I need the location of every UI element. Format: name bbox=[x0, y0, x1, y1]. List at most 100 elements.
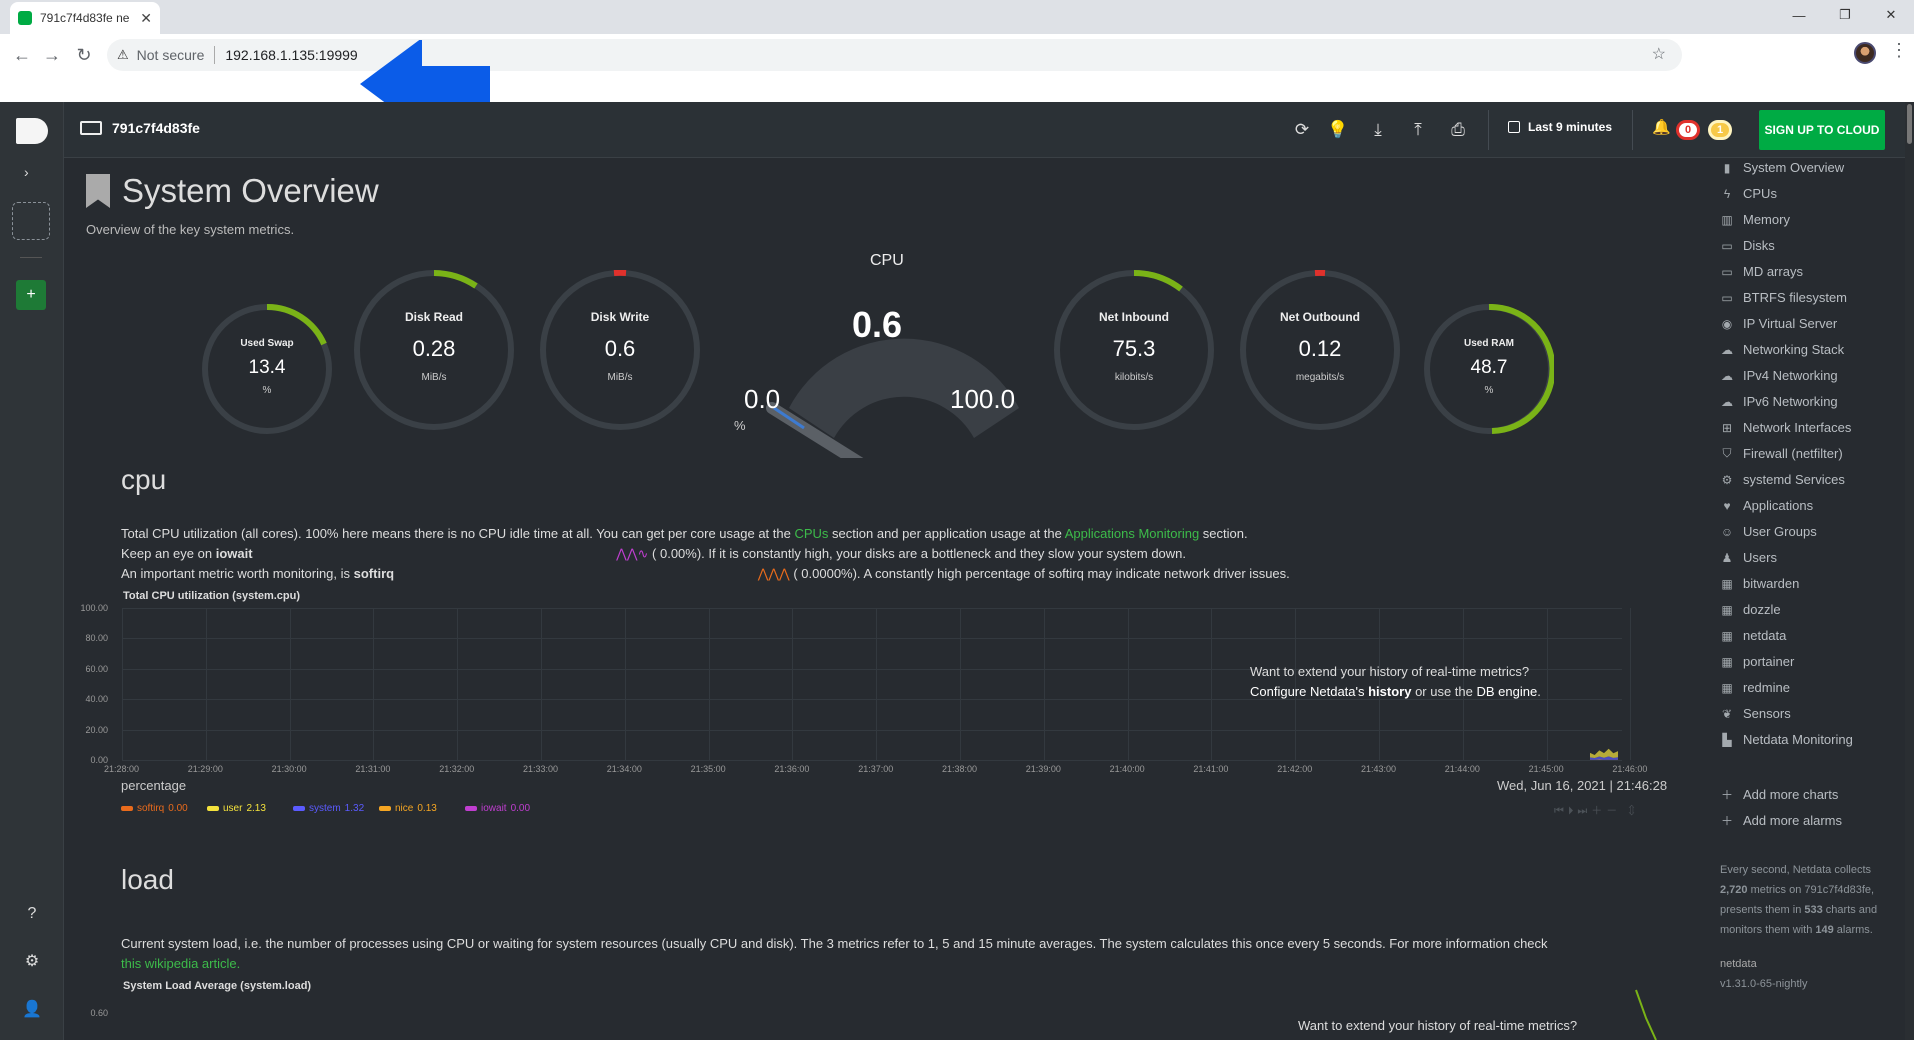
reload-icon[interactable]: ↻ bbox=[70, 41, 98, 69]
restore-icon[interactable]: ❐ bbox=[1822, 0, 1868, 30]
browser-toolbar: ← → ↻ ⚠ Not secure 192.168.1.135:19999 ☆… bbox=[0, 34, 1914, 130]
profile-avatar[interactable] bbox=[1854, 42, 1876, 64]
x-tick-label: 21:30:00 bbox=[271, 764, 307, 774]
legend-system[interactable]: system 1.32 bbox=[293, 803, 364, 814]
nav-item-networking-stack[interactable]: ☁ Networking Stack bbox=[1720, 342, 1844, 357]
nav-item-user-groups[interactable]: ☺ User Groups bbox=[1720, 524, 1817, 539]
user-icon[interactable]: 👤 bbox=[22, 1000, 42, 1020]
divider bbox=[1488, 110, 1489, 150]
x-tick-label: 21:41:00 bbox=[1193, 764, 1229, 774]
nav-item-ip-virtual-server[interactable]: ◉ IP Virtual Server bbox=[1720, 316, 1837, 331]
nav-item-memory[interactable]: ▥ Memory bbox=[1720, 212, 1790, 227]
sync-icon[interactable]: ⟳ bbox=[1290, 118, 1314, 142]
close-tab-icon[interactable]: ✕ bbox=[140, 10, 152, 27]
time-range-picker[interactable]: Last 9 minutes bbox=[1508, 120, 1612, 134]
browser-tab[interactable]: 791c7f4d83fe ne ✕ bbox=[10, 2, 160, 34]
nav-item-netdata[interactable]: ▦ netdata bbox=[1720, 628, 1786, 643]
db-engine-link[interactable]: DB engine bbox=[1477, 684, 1538, 699]
minimize-icon[interactable]: — bbox=[1776, 0, 1822, 30]
applications-monitoring-link[interactable]: Applications Monitoring bbox=[1065, 526, 1199, 541]
browser-menu-icon[interactable]: ⋮ bbox=[1890, 40, 1908, 61]
legend-nice[interactable]: nice 0.13 bbox=[379, 803, 437, 814]
space-placeholder[interactable] bbox=[12, 202, 50, 240]
cpu-gauge-value: 0.6 bbox=[852, 304, 903, 345]
nav-item-label: Networking Stack bbox=[1743, 342, 1845, 357]
netdata-logo[interactable] bbox=[16, 118, 48, 144]
sign-up-to-cloud-button[interactable]: SIGN UP TO CLOUD bbox=[1759, 110, 1885, 150]
add-more-alarms-link[interactable]: ＋ Add more alarms bbox=[1720, 812, 1842, 829]
download-icon[interactable]: ⤓ bbox=[1366, 118, 1390, 142]
legend-swatch bbox=[379, 806, 391, 811]
wikipedia-link[interactable]: this wikipedia article bbox=[121, 956, 237, 971]
cloud-icon: ☁ bbox=[1721, 342, 1733, 357]
x-tick-label: 21:29:00 bbox=[187, 764, 223, 774]
footer-text: Every second, Netdata collects bbox=[1720, 864, 1872, 876]
nav-item-bitwarden[interactable]: ▦ bitwarden bbox=[1720, 576, 1799, 591]
legend-name: user bbox=[223, 803, 243, 814]
settings-gear-icon[interactable]: ⚙ bbox=[22, 952, 42, 972]
legend-softirq[interactable]: softirq 0.00 bbox=[121, 803, 188, 814]
cpu-chart-legend: softirq 0.00 user 2.13 system 1.32 nice 0.13 iow… bbox=[121, 803, 1021, 819]
nav-item-label: Memory bbox=[1743, 212, 1790, 227]
nav-item-network-interfaces[interactable]: ⊞ Network Interfaces bbox=[1720, 420, 1851, 435]
critical-alarms-badge[interactable]: 0 bbox=[1676, 120, 1700, 140]
nav-item-netdata-monitoring[interactable]: ▙ Netdata Monitoring bbox=[1720, 732, 1852, 747]
upload-icon[interactable]: ⤒ bbox=[1406, 118, 1430, 142]
nav-item-label: Sensors bbox=[1743, 706, 1791, 721]
nav-item-portainer[interactable]: ▦ portainer bbox=[1720, 654, 1794, 669]
print-icon[interactable]: ⎙ bbox=[1446, 118, 1470, 142]
bookmark-star-icon[interactable]: ☆ bbox=[1652, 44, 1666, 64]
cpu-gauge[interactable] bbox=[704, 258, 1104, 458]
cpus-link[interactable]: CPUs bbox=[794, 526, 828, 541]
legend-swatch bbox=[293, 806, 305, 811]
nav-item-md-arrays[interactable]: ▭ MD arrays bbox=[1720, 264, 1803, 279]
nav-item-systemd-services[interactable]: ⚙ systemd Services bbox=[1720, 472, 1845, 487]
scrollbar-thumb[interactable] bbox=[1907, 104, 1912, 144]
load-description: Current system load, i.e. the number of … bbox=[121, 934, 1701, 974]
area-series-layer bbox=[1590, 748, 1618, 759]
back-icon[interactable]: ← bbox=[8, 41, 36, 69]
version-number[interactable]: v1.31.0-65-nightly bbox=[1720, 974, 1896, 994]
browser-tabstrip: 791c7f4d83fe ne ✕ — ❐ ✕ bbox=[0, 0, 1914, 34]
nav-item-users[interactable]: ♟ Users bbox=[1720, 550, 1777, 565]
nav-item-firewall-netfilter[interactable]: ⛉ Firewall (netfilter) bbox=[1720, 446, 1843, 461]
forward-icon[interactable]: → bbox=[38, 41, 66, 69]
version-name: netdata bbox=[1720, 958, 1757, 970]
nav-item-redmine[interactable]: ▦ redmine bbox=[1720, 680, 1790, 695]
bell-icon[interactable]: 🔔 bbox=[1652, 118, 1671, 136]
nav-item-btrfs-filesystem[interactable]: ▭ BTRFS filesystem bbox=[1720, 290, 1847, 305]
nav-item-cpus[interactable]: ϟ CPUs bbox=[1720, 186, 1777, 201]
chart-toolbox[interactable]: ⏮⏵⏭＋－ ⇕ bbox=[1554, 802, 1639, 818]
add-space-button[interactable]: + bbox=[16, 280, 46, 310]
nav-item-applications[interactable]: ♥ Applications bbox=[1720, 498, 1813, 513]
nav-item-disks[interactable]: ▭ Disks bbox=[1720, 238, 1774, 253]
close-window-icon[interactable]: ✕ bbox=[1868, 0, 1914, 30]
add-more-charts-link[interactable]: ＋ Add more charts bbox=[1720, 786, 1838, 803]
cpu-gauge-min: 0.0 bbox=[744, 384, 781, 414]
warning-alarms-badge[interactable]: 1 bbox=[1708, 120, 1732, 140]
separator bbox=[214, 46, 216, 64]
nav-item-ipv6-networking[interactable]: ☁ IPv6 Networking bbox=[1720, 394, 1838, 409]
x-tick-label: 21:39:00 bbox=[1025, 764, 1061, 774]
legend-user[interactable]: user 2.13 bbox=[207, 803, 266, 814]
host-selector[interactable]: 791c7f4d83fe bbox=[80, 120, 200, 136]
nav-item-label: Firewall (netfilter) bbox=[1743, 446, 1843, 461]
nav-item-dozzle[interactable]: ▦ dozzle bbox=[1720, 602, 1780, 617]
cpu-section-title: cpu bbox=[121, 464, 167, 495]
nav-item-system-overview[interactable]: ▮ System Overview bbox=[1720, 160, 1844, 175]
expand-chevron-icon[interactable]: › bbox=[24, 164, 29, 180]
netdata-stats-footer: Every second, Netdata collects 2,720 met… bbox=[1720, 860, 1896, 994]
iowait-sparkline-icon: ⋀⋀∿ bbox=[616, 546, 649, 561]
help-icon[interactable]: ? bbox=[22, 904, 42, 924]
address-bar[interactable]: ⚠ Not secure 192.168.1.135:19999 ☆ bbox=[107, 39, 1682, 71]
theme-bulb-icon[interactable]: 💡 bbox=[1326, 118, 1350, 142]
nav-item-sensors[interactable]: ❦ Sensors bbox=[1720, 706, 1791, 721]
page-scrollbar[interactable] bbox=[1905, 102, 1914, 1040]
history-link[interactable]: history bbox=[1368, 684, 1411, 699]
desc-text: Current system load, i.e. the number of … bbox=[121, 936, 1548, 951]
nav-item-ipv4-networking[interactable]: ☁ IPv4 Networking bbox=[1720, 368, 1838, 383]
grid-icon: ▦ bbox=[1721, 576, 1733, 591]
configure-history-link[interactable]: Configure Netdata's bbox=[1250, 684, 1368, 699]
legend-iowait[interactable]: iowait 0.00 bbox=[465, 803, 530, 814]
netdata-app: › + ? ⚙ 👤 791c7f4d83fe ⟳ 💡 ⤓ ⤒ ⎙ Last 9 … bbox=[0, 102, 1914, 1040]
